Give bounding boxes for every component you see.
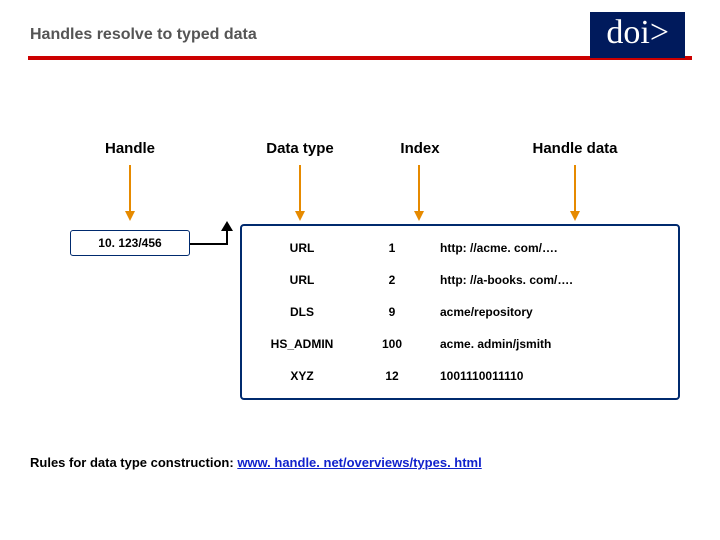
handle-id-box: 10. 123/456 bbox=[70, 230, 190, 256]
header: Handles resolve to typed data doi> bbox=[0, 0, 720, 70]
table-row: URL 1 http: //acme. com/…. bbox=[242, 232, 678, 264]
cell-value: http: //acme. com/…. bbox=[422, 241, 678, 255]
connector-arrow-icon bbox=[190, 243, 240, 245]
col-header-datatype: Data type bbox=[230, 140, 370, 157]
table-row: DLS 9 acme/repository bbox=[242, 296, 678, 328]
table-row: XYZ 12 1001110011110 bbox=[242, 360, 678, 392]
footer-link[interactable]: www. handle. net/overviews/types. html bbox=[237, 455, 481, 470]
cell-datatype: XYZ bbox=[242, 369, 362, 383]
handle-data-table: URL 1 http: //acme. com/…. URL 2 http: /… bbox=[240, 224, 680, 400]
cell-index: 100 bbox=[362, 337, 422, 351]
cell-value: acme/repository bbox=[422, 305, 678, 319]
cell-datatype: DLS bbox=[242, 305, 362, 319]
cell-datatype: HS_ADMIN bbox=[242, 337, 362, 351]
col-header-index: Index bbox=[380, 140, 460, 157]
cell-value: acme. admin/jsmith bbox=[422, 337, 678, 351]
footer-note: Rules for data type construction: www. h… bbox=[30, 455, 482, 470]
cell-index: 1 bbox=[362, 241, 422, 255]
footer-prefix: Rules for data type construction: bbox=[30, 455, 237, 470]
cell-datatype: URL bbox=[242, 273, 362, 287]
doi-badge: doi> bbox=[590, 12, 685, 58]
cell-datatype: URL bbox=[242, 241, 362, 255]
cell-index: 12 bbox=[362, 369, 422, 383]
cell-index: 2 bbox=[362, 273, 422, 287]
table-row: HS_ADMIN 100 acme. admin/jsmith bbox=[242, 328, 678, 360]
page-title: Handles resolve to typed data bbox=[30, 26, 257, 44]
cell-value: 1001110011110 bbox=[422, 369, 678, 383]
col-header-handle: Handle bbox=[70, 140, 190, 157]
col-header-handledata: Handle data bbox=[470, 140, 680, 157]
cell-index: 9 bbox=[362, 305, 422, 319]
cell-value: http: //a-books. com/…. bbox=[422, 273, 678, 287]
table-row: URL 2 http: //a-books. com/…. bbox=[242, 264, 678, 296]
